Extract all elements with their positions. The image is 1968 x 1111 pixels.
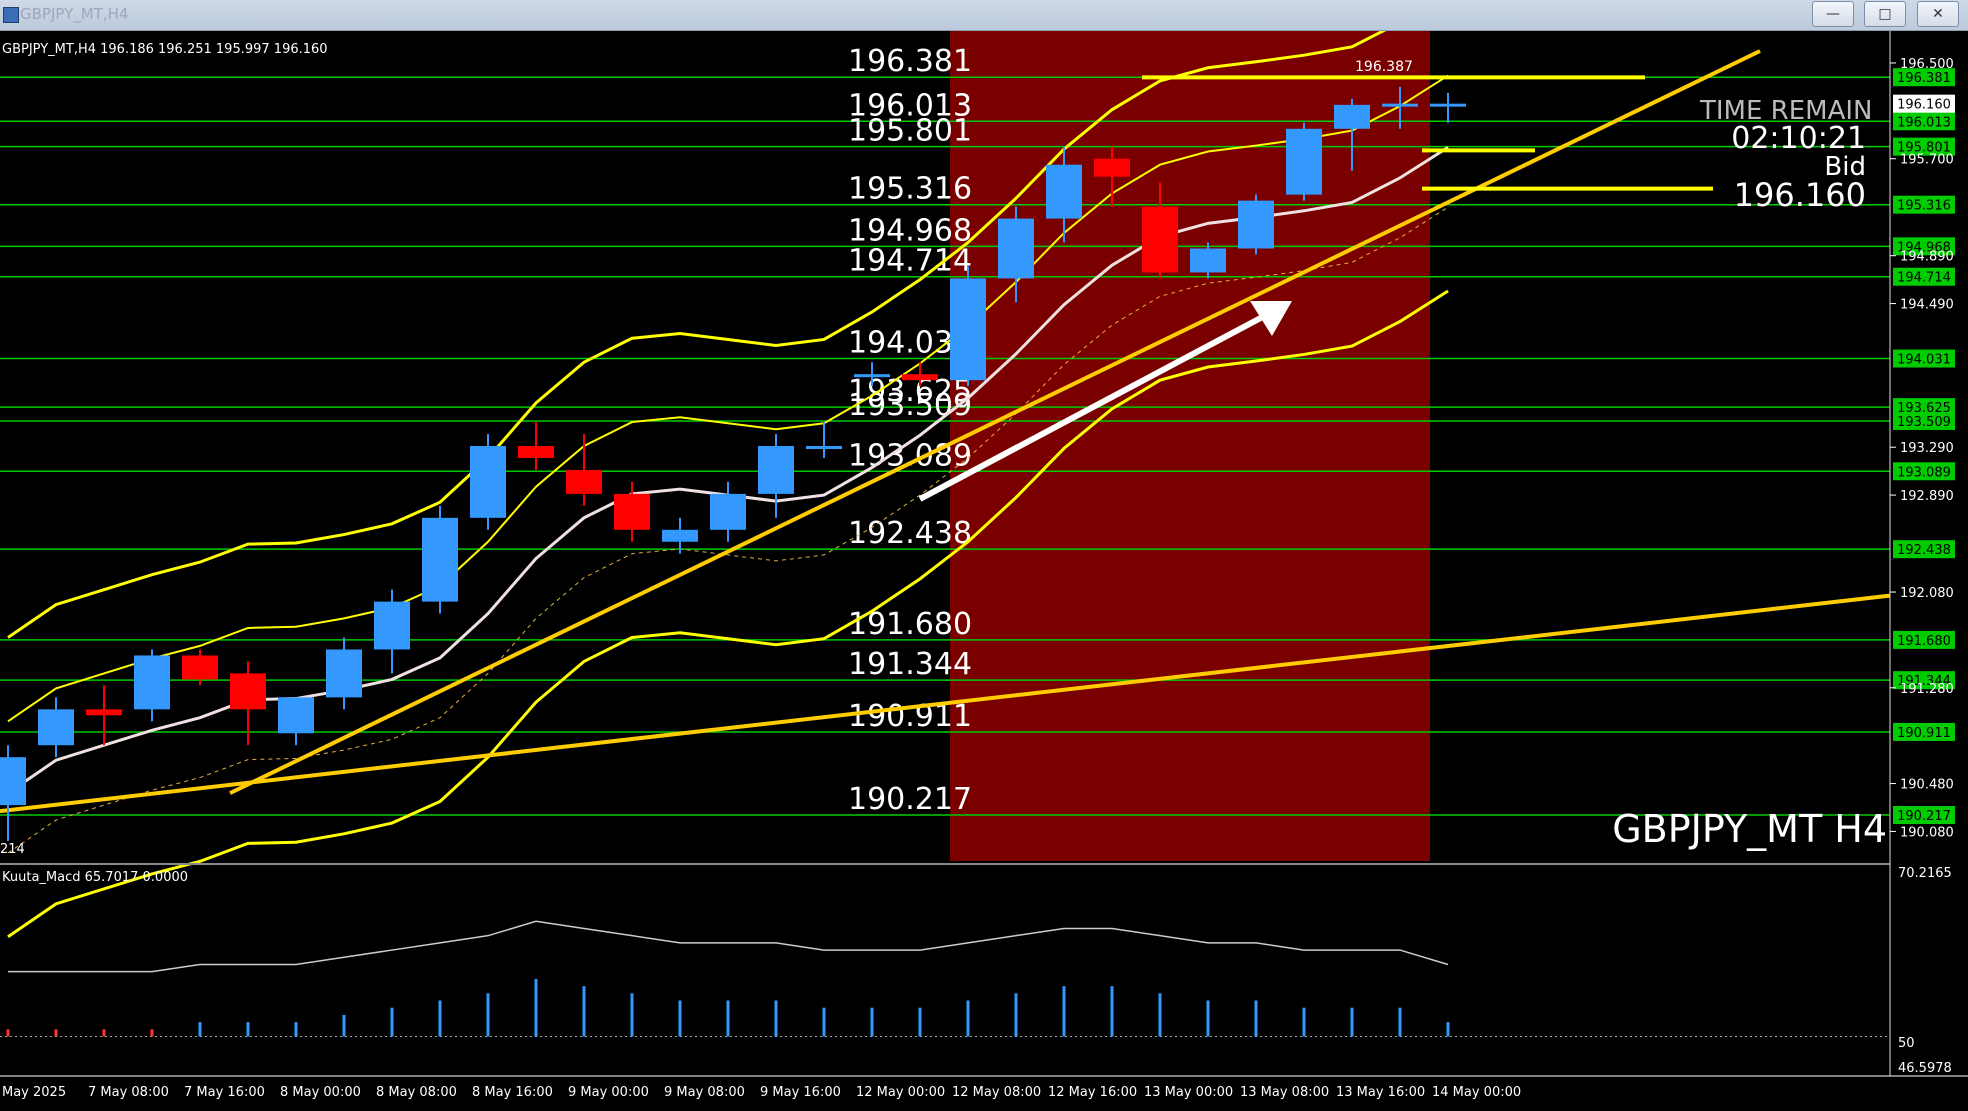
candle-body xyxy=(518,446,554,458)
level-axis-tag-text: 196.381 xyxy=(1897,71,1951,86)
candle-body xyxy=(1190,248,1226,273)
level-axis-tag-text: 190.911 xyxy=(1897,726,1951,741)
time-axis-label: 8 May 00:00 xyxy=(280,1085,361,1100)
candle-body xyxy=(326,649,362,698)
time-axis-label: 14 May 00:00 xyxy=(1432,1085,1521,1100)
time-axis-label: 9 May 08:00 xyxy=(664,1085,745,1100)
candle-body xyxy=(38,709,74,746)
level-axis-tag-text: 190.217 xyxy=(1897,809,1951,824)
price-axis-label: 192.080 xyxy=(1900,586,1954,601)
price-axis-label: 192.890 xyxy=(1900,489,1954,504)
candle-body xyxy=(1142,206,1178,273)
level-axis-tag-text: 191.680 xyxy=(1897,634,1951,649)
close-button[interactable]: ✕ xyxy=(1917,1,1959,27)
subwindow-title: Kuuta_Macd 65.7017 0.0000 xyxy=(2,870,188,885)
candle-body xyxy=(902,374,938,381)
time-axis-label: 12 May 16:00 xyxy=(1048,1085,1137,1100)
candle-body xyxy=(1238,200,1274,249)
ohlc-readout: GBPJPY_MT,H4 196.186 196.251 195.997 196… xyxy=(2,42,328,57)
level-label: 195.801 xyxy=(848,114,972,149)
symbol-watermark: GBPJPY_MT H4 xyxy=(1612,807,1887,851)
time-axis-label: 13 May 00:00 xyxy=(1144,1085,1233,1100)
level-label: 191.344 xyxy=(848,647,972,682)
level-label: 195.316 xyxy=(848,172,972,207)
candle-body xyxy=(1382,103,1418,107)
level-axis-tag-text: 196.013 xyxy=(1897,115,1951,130)
candle-body xyxy=(566,469,602,494)
level-label: 194.714 xyxy=(848,244,972,279)
candle-body xyxy=(0,757,26,806)
time-axis-label: 9 May 16:00 xyxy=(760,1085,841,1100)
candle-body xyxy=(470,446,506,518)
high-marker-label: 196.387 xyxy=(1355,59,1413,75)
candle-body xyxy=(1094,158,1130,177)
candle-body xyxy=(1286,128,1322,195)
candle-body xyxy=(1334,104,1370,129)
price-axis-label: 194.890 xyxy=(1900,250,1954,265)
price-axis-label: 194.490 xyxy=(1900,298,1954,313)
level-axis-tag-text: 195.316 xyxy=(1897,199,1951,214)
candle-body xyxy=(422,517,458,602)
price-axis-label: 190.080 xyxy=(1900,825,1954,840)
time-axis-label: 8 May 16:00 xyxy=(472,1085,553,1100)
price-chart[interactable]: 196.381 196.381196.013 196.013195.801 195.8… xyxy=(0,31,1968,1111)
left-edge-value: 214 xyxy=(0,842,25,857)
time-axis-label: 7 May 16:00 xyxy=(184,1085,265,1100)
time-axis-label: 8 May 08:00 xyxy=(376,1085,457,1100)
subwindow-axis-top: 70.2165 xyxy=(1898,866,1952,881)
candle-body xyxy=(806,446,842,449)
level-axis-tag-text: 194.031 xyxy=(1897,353,1951,368)
time-remain-value: 02:10:21 xyxy=(1731,121,1866,156)
candle-body xyxy=(758,446,794,494)
minimize-button[interactable]: — xyxy=(1812,1,1854,27)
candle-body xyxy=(998,218,1034,279)
maximize-button[interactable]: □ xyxy=(1864,1,1906,27)
chart-area[interactable]: 196.381 196.381 196.013 196.013 195.801 195.8… xyxy=(0,31,1968,1111)
level-axis-tag-text: 193.509 xyxy=(1897,415,1951,430)
level-axis-tag-text: 194.714 xyxy=(1897,271,1951,286)
candle-body xyxy=(134,655,170,710)
candle-body xyxy=(278,697,314,734)
candle-body xyxy=(1046,164,1082,219)
level-label: 193.509 xyxy=(848,388,972,423)
current-price-tag-text: 196.160 xyxy=(1897,98,1951,113)
subwindow-axis-mid: 50 xyxy=(1898,1036,1915,1051)
time-axis-label: 12 May 08:00 xyxy=(952,1085,1041,1100)
candle-body xyxy=(950,278,986,381)
time-axis-label: 12 May 00:00 xyxy=(856,1085,945,1100)
candle-body xyxy=(854,374,890,378)
candle-body xyxy=(710,493,746,530)
candle-body xyxy=(230,673,266,710)
price-axis-label: 195.700 xyxy=(1900,153,1954,168)
window-title: GBPJPY_MT,H4 xyxy=(20,5,129,23)
price-axis-label: 193.290 xyxy=(1900,441,1954,456)
level-label: 190.217 xyxy=(848,782,972,817)
candle-body xyxy=(374,601,410,650)
time-axis-label: 7 May 08:00 xyxy=(88,1085,169,1100)
time-axis-label: May 2025 xyxy=(2,1085,66,1100)
bid-value: 196.160 xyxy=(1734,176,1866,214)
candle-body xyxy=(1430,103,1466,107)
level-label: 192.438 xyxy=(848,516,972,551)
time-axis-label: 9 May 00:00 xyxy=(568,1085,649,1100)
window-titlebar: GBPJPY_MT,H4 — □ ✕ xyxy=(0,0,1968,31)
level-axis-tag-text: 192.438 xyxy=(1897,543,1951,558)
level-label: 191.680 xyxy=(848,607,972,642)
price-axis-label: 190.480 xyxy=(1900,778,1954,793)
macd-signal-line xyxy=(8,920,1449,973)
level-label: 196.381 xyxy=(848,44,972,79)
price-axis-label: 191.280 xyxy=(1900,682,1954,697)
subwindow-axis-bottom: 46.5978 xyxy=(1898,1061,1952,1076)
candle-body xyxy=(182,655,218,680)
candle-body xyxy=(662,529,698,542)
candle-body xyxy=(86,709,122,716)
time-axis-label: 13 May 08:00 xyxy=(1240,1085,1329,1100)
time-axis-label: 13 May 16:00 xyxy=(1336,1085,1425,1100)
level-axis-tag-text: 193.089 xyxy=(1897,465,1951,480)
price-axis-label: 196.500 xyxy=(1900,57,1954,72)
candle-body xyxy=(614,493,650,530)
chart-window-icon xyxy=(3,7,19,23)
